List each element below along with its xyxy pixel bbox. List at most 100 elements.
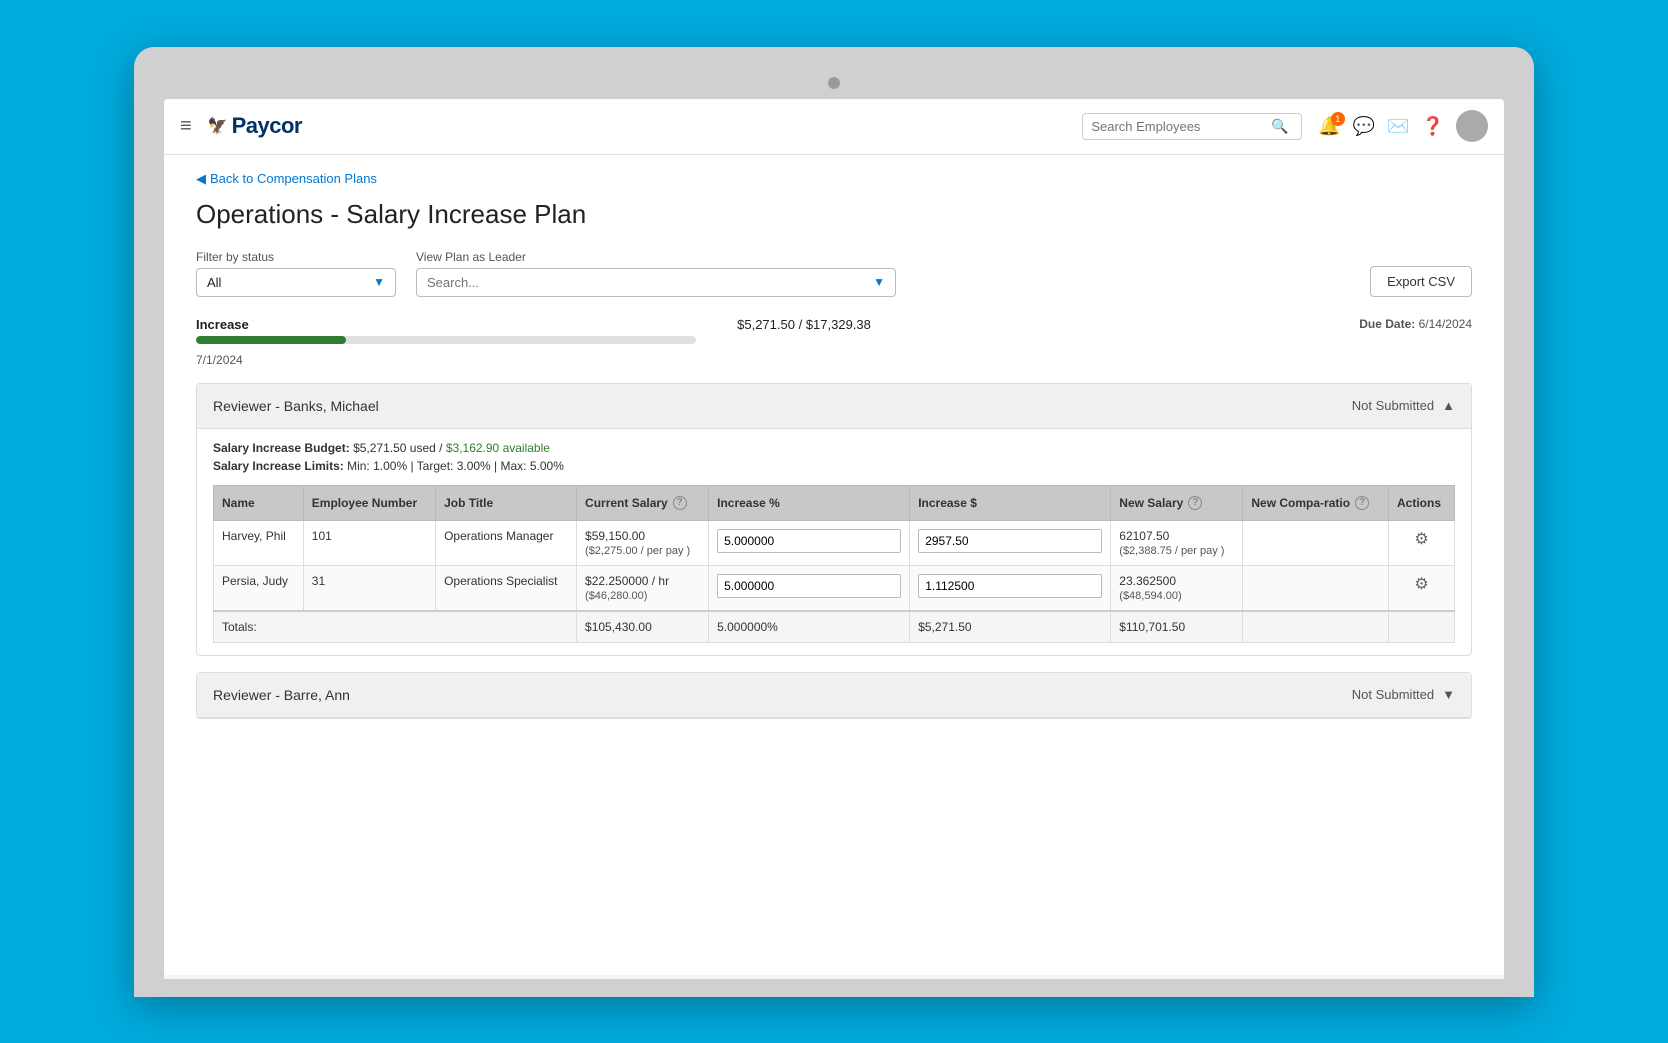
header-icons: 🔔 1 💬 ✉️ ❓	[1318, 110, 1488, 142]
help-icon[interactable]: ❓	[1422, 116, 1444, 137]
totals-new-salary: $110,701.50	[1111, 611, 1243, 643]
reviewer1-status-text: Not Submitted	[1352, 398, 1434, 413]
status-filter-select[interactable]: All ▼	[196, 268, 396, 297]
cell-increase-dollar[interactable]	[910, 565, 1111, 611]
totals-current-salary: $105,430.00	[577, 611, 709, 643]
reviewer2-header: Reviewer - Barre, Ann Not Submitted ▼	[197, 673, 1471, 718]
progress-bar-fill	[196, 336, 346, 344]
filters-row: Filter by status All ▼ View Plan as Lead…	[196, 250, 1472, 297]
notification-badge: 1	[1331, 112, 1345, 126]
status-filter-arrow-icon: ▼	[373, 275, 385, 289]
cell-new-salary: 62107.50 ($2,388.75 / per pay )	[1111, 520, 1243, 565]
cell-actions[interactable]: ⚙	[1388, 565, 1454, 611]
cell-increase-dollar[interactable]	[910, 520, 1111, 565]
notification-icon[interactable]: 🔔 1	[1318, 116, 1340, 137]
actions-gear-icon[interactable]: ⚙	[1414, 531, 1428, 548]
reviewer2-status[interactable]: Not Submitted ▼	[1352, 687, 1455, 702]
col-new-salary: New Salary?	[1111, 485, 1243, 520]
message-icon[interactable]: ✉️	[1387, 116, 1409, 137]
cell-new-salary: 23.362500 ($48,594.00)	[1111, 565, 1243, 611]
actions-gear-icon[interactable]: ⚙	[1414, 576, 1428, 593]
reviewer1-collapse-icon[interactable]: ▲	[1442, 398, 1455, 413]
cell-compa-ratio	[1243, 520, 1389, 565]
screen: ≡ 🦅 Paycor 🔍 🔔 1 💬 ✉️ ❓	[164, 99, 1504, 979]
reviewer1-body: Salary Increase Budget: $5,271.50 used /…	[197, 429, 1471, 655]
cell-job-title: Operations Specialist	[436, 565, 577, 611]
cell-job-title: Operations Manager	[436, 520, 577, 565]
back-link[interactable]: ◀ Back to Compensation Plans	[196, 155, 1472, 195]
status-filter-value: All	[207, 275, 221, 290]
col-actions: Actions	[1388, 485, 1454, 520]
progress-bar	[196, 336, 696, 344]
employee-search-box[interactable]: 🔍	[1082, 113, 1302, 140]
back-link-text: Back to Compensation Plans	[210, 171, 377, 186]
table-header-row: Name Employee Number Job Title Current S…	[214, 485, 1455, 520]
leader-filter-select[interactable]: ▼	[416, 268, 896, 297]
employees-table: Name Employee Number Job Title Current S…	[213, 485, 1455, 643]
compa-ratio-help-icon[interactable]: ?	[1355, 496, 1369, 510]
leader-filter-group: View Plan as Leader ▼	[416, 250, 896, 297]
reviewer2-status-text: Not Submitted	[1352, 687, 1434, 702]
col-increase-pct: Increase %	[709, 485, 910, 520]
chat-icon[interactable]: 💬	[1353, 116, 1375, 137]
leader-search-input[interactable]	[427, 275, 857, 290]
search-icon[interactable]: 🔍	[1271, 118, 1288, 135]
cell-actions[interactable]: ⚙	[1388, 520, 1454, 565]
progress-date: 7/1/2024	[196, 353, 243, 367]
status-filter-group: Filter by status All ▼	[196, 250, 396, 297]
progress-section: Increase $5,271.50 / $17,329.38 Due Date…	[196, 317, 1472, 367]
totals-increase-pct: 5.000000%	[709, 611, 910, 643]
main-content: ◀ Back to Compensation Plans Operations …	[164, 155, 1504, 975]
totals-compa-ratio	[1243, 611, 1389, 643]
logo[interactable]: 🦅 Paycor	[208, 113, 302, 139]
new-salary-help-icon[interactable]: ?	[1188, 496, 1202, 510]
table-row: Harvey, Phil 101 Operations Manager $59,…	[214, 520, 1455, 565]
reviewer2-expand-icon[interactable]: ▼	[1442, 687, 1455, 702]
budget-used: $5,271.50 used	[353, 441, 436, 455]
totals-label: Totals:	[214, 611, 577, 643]
col-increase-dollar: Increase $	[910, 485, 1111, 520]
cell-emp-number: 101	[303, 520, 435, 565]
reviewer1-section: Reviewer - Banks, Michael Not Submitted …	[196, 383, 1472, 656]
cell-current-salary: $59,150.00 ($2,275.00 / per pay )	[577, 520, 709, 565]
export-csv-button[interactable]: Export CSV	[1370, 266, 1472, 297]
increase-pct-input[interactable]	[717, 529, 901, 553]
cell-increase-pct[interactable]	[709, 565, 910, 611]
logo-text: Paycor	[232, 113, 302, 139]
leader-filter-label: View Plan as Leader	[416, 250, 896, 264]
search-input[interactable]	[1091, 119, 1271, 134]
progress-header: Increase $5,271.50 / $17,329.38 Due Date…	[196, 317, 1472, 332]
reviewer2-name: Reviewer - Barre, Ann	[213, 687, 350, 703]
cell-name: Persia, Judy	[214, 565, 304, 611]
reviewer2-section: Reviewer - Barre, Ann Not Submitted ▼	[196, 672, 1472, 719]
leader-filter-arrow-icon: ▼	[873, 275, 885, 289]
cell-name: Harvey, Phil	[214, 520, 304, 565]
increase-pct-input[interactable]	[717, 574, 901, 598]
due-date: Due Date: 6/14/2024	[1359, 317, 1472, 331]
totals-actions	[1388, 611, 1454, 643]
current-salary-help-icon[interactable]: ?	[673, 496, 687, 510]
reviewer1-name: Reviewer - Banks, Michael	[213, 398, 379, 414]
app-header: ≡ 🦅 Paycor 🔍 🔔 1 💬 ✉️ ❓	[164, 99, 1504, 155]
logo-bird-icon: 🦅	[208, 116, 228, 136]
cell-increase-pct[interactable]	[709, 520, 910, 565]
increase-dollar-input[interactable]	[918, 529, 1102, 553]
budget-available: $3,162.90 available	[446, 441, 550, 455]
reviewer1-header: Reviewer - Banks, Michael Not Submitted …	[197, 384, 1471, 429]
camera	[828, 77, 840, 89]
increase-dollar-input[interactable]	[918, 574, 1102, 598]
totals-row: Totals: $105,430.00 5.000000% $5,271.50 …	[214, 611, 1455, 643]
progress-values: $5,271.50 / $17,329.38	[737, 317, 871, 332]
cell-compa-ratio	[1243, 565, 1389, 611]
avatar[interactable]	[1456, 110, 1488, 142]
menu-icon[interactable]: ≡	[180, 115, 192, 138]
limits-values: Min: 1.00% | Target: 3.00% | Max: 5.00%	[347, 459, 564, 473]
cell-emp-number: 31	[303, 565, 435, 611]
page-title: Operations - Salary Increase Plan	[196, 199, 1472, 230]
cell-current-salary: $22.250000 / hr ($46,280.00)	[577, 565, 709, 611]
limits-line: Salary Increase Limits: Min: 1.00% | Tar…	[213, 459, 1455, 473]
status-filter-label: Filter by status	[196, 250, 396, 264]
reviewer1-status[interactable]: Not Submitted ▲	[1352, 398, 1455, 413]
col-emp-number: Employee Number	[303, 485, 435, 520]
progress-label: Increase	[196, 317, 249, 332]
